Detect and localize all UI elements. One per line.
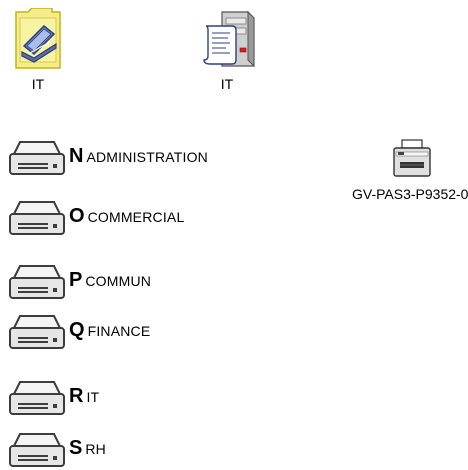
network-drive-q[interactable]: Q FINANCE [6, 310, 150, 350]
scanner-shortcut-label: IT [31, 76, 45, 92]
scanner-shortcut[interactable]: IT [14, 8, 62, 92]
network-drive-icon [9, 433, 65, 467]
drive-letter: P [69, 269, 83, 291]
drive-letter: Q [69, 319, 85, 341]
network-drive-p[interactable]: P COMMUN [6, 260, 151, 300]
server-script-icon [203, 10, 255, 68]
network-drive-icon [9, 381, 65, 415]
drive-letter: N [69, 145, 84, 167]
drive-name: COMMUN [85, 273, 152, 289]
network-drive-o[interactable]: O COMMERCIAL [6, 196, 184, 236]
drive-letter: S [69, 437, 83, 459]
drive-letter: O [69, 205, 85, 227]
scanner-icon [15, 8, 61, 69]
network-drive-icon [9, 201, 65, 235]
drive-name: FINANCE [87, 323, 151, 339]
drive-name: COMMERCIAL [87, 209, 185, 225]
server-shortcut[interactable]: IT [192, 8, 262, 92]
server-shortcut-label: IT [220, 76, 234, 92]
printer-shortcut[interactable]: GV-PAS3-P9352-04 [352, 138, 468, 202]
network-drive-icon [9, 315, 65, 349]
network-drive-n[interactable]: N ADMINISTRATION [6, 136, 208, 176]
drive-name: IT [86, 389, 100, 405]
printer-icon [393, 139, 431, 177]
network-drive-icon [9, 265, 65, 299]
drive-name: ADMINISTRATION [86, 149, 208, 165]
network-drive-s[interactable]: S RH [6, 428, 106, 468]
drive-letter: R [69, 385, 84, 407]
network-drive-icon [9, 141, 65, 175]
network-drive-r[interactable]: R IT [6, 376, 99, 416]
drive-name: RH [85, 441, 106, 457]
printer-label: GV-PAS3-P9352-04 [352, 186, 468, 202]
